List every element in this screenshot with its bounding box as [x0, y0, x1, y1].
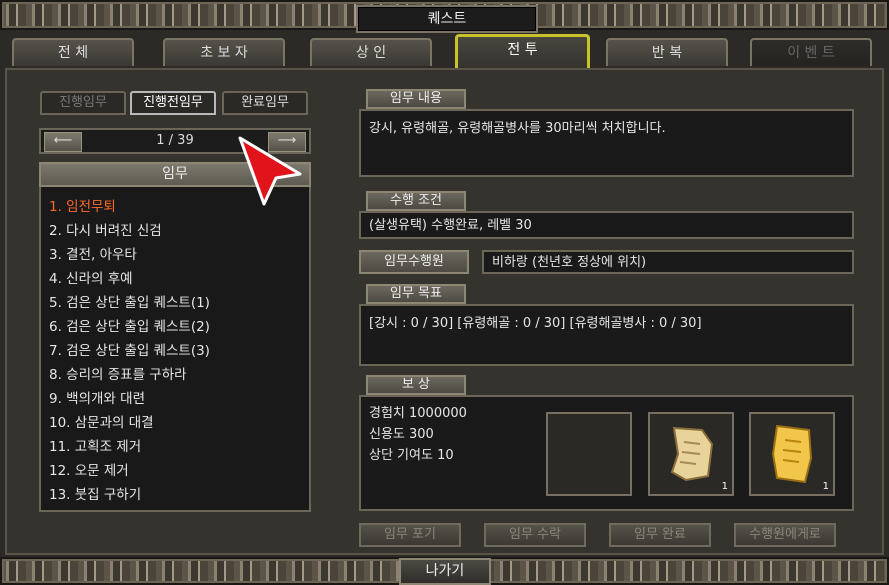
reward-slot-empty[interactable] — [546, 412, 632, 496]
quest-list-item[interactable]: 11. 고획조 제거 — [49, 435, 141, 455]
content-panel: 강시, 유령해골, 유령해골병사를 30마리씩 처치합니다. — [359, 109, 854, 177]
condition-text: (살생유택) 수행완료, 레벨 30 — [369, 218, 532, 233]
condition-panel: (살생유택) 수행완료, 레벨 30 — [359, 211, 854, 239]
accept-button[interactable]: 임무 수락 — [484, 523, 586, 547]
tab-all[interactable]: 전 체 — [12, 38, 134, 66]
quest-list-item[interactable]: 2. 다시 버려진 신검 — [49, 219, 162, 239]
subtab-completed[interactable]: 완료임무 — [222, 91, 308, 115]
reward-slot[interactable]: 1 — [749, 412, 835, 496]
tab-beginner[interactable]: 초 보 자 — [163, 38, 285, 66]
subtab-not-started[interactable]: 진행전임무 — [130, 91, 216, 115]
reward-label: 보 상 — [366, 375, 466, 395]
goal-text: [강시 : 0 / 30] [유령해골 : 0 / 30] [유령해골병사 : … — [369, 316, 702, 331]
npc-label: 임무수행원 — [359, 250, 469, 274]
quest-window: 퀘스트 전 체 초 보 자 상 인 전 투 반 복 이 벤 트 진행임무 진행전… — [0, 0, 889, 585]
window-title: 퀘스트 — [356, 5, 538, 33]
quest-list-item[interactable]: 12. 오문 제거 — [49, 459, 129, 479]
golden-scroll-icon — [771, 424, 813, 484]
mouse-cursor-icon — [238, 136, 302, 206]
npc-panel: 비하랑 (천년호 정상에 위치) — [482, 250, 854, 274]
quest-list-item[interactable]: 4. 신라의 후예 — [49, 267, 133, 287]
give-up-button[interactable]: 임무 포기 — [359, 523, 461, 547]
condition-label: 수행 조건 — [366, 191, 466, 211]
tab-repeat[interactable]: 반 복 — [606, 38, 728, 66]
quest-list-item[interactable]: 9. 백의개와 대련 — [49, 387, 145, 407]
quest-list-item[interactable]: 7. 검은 상단 출입 퀘스트(3) — [49, 339, 210, 359]
complete-button[interactable]: 임무 완료 — [609, 523, 711, 547]
tab-combat[interactable]: 전 투 — [455, 34, 590, 68]
tab-merchant[interactable]: 상 인 — [310, 38, 432, 66]
quest-list-item[interactable]: 6. 검은 상단 출입 퀘스트(2) — [49, 315, 210, 335]
npc-text: 비하랑 (천년호 정상에 위치) — [492, 255, 647, 270]
subtab-in-progress[interactable]: 진행임무 — [40, 91, 126, 115]
quest-list-item[interactable]: 5. 검은 상단 출입 퀘스트(1) — [49, 291, 210, 311]
quest-list-item[interactable]: 13. 붓집 구하기 — [49, 483, 141, 503]
quest-list-item[interactable]: 10. 삼문과의 대결 — [49, 411, 154, 431]
goal-label: 임무 목표 — [366, 284, 466, 304]
to-npc-button[interactable]: 수행원에게로 — [734, 523, 836, 547]
reward-slot[interactable]: 1 — [648, 412, 734, 496]
quest-list-item[interactable]: 3. 결전, 아우타 — [49, 243, 137, 263]
content-text: 강시, 유령해골, 유령해골병사를 30마리씩 처치합니다. — [369, 121, 666, 136]
content-label: 임무 내용 — [366, 89, 466, 109]
scroll-icon — [670, 426, 714, 482]
quest-list-item[interactable]: 1. 임전무퇴 — [49, 195, 116, 215]
tab-event[interactable]: 이 벤 트 — [750, 38, 872, 66]
exit-button[interactable]: 나가기 — [399, 558, 491, 585]
goal-panel: [강시 : 0 / 30] [유령해골 : 0 / 30] [유령해골병사 : … — [359, 304, 854, 366]
quest-list-item[interactable]: 8. 승리의 증표를 구하라 — [49, 363, 187, 383]
quest-list: 1. 임전무퇴 2. 다시 버려진 신검 3. 결전, 아우타 4. 신라의 후… — [39, 187, 311, 512]
